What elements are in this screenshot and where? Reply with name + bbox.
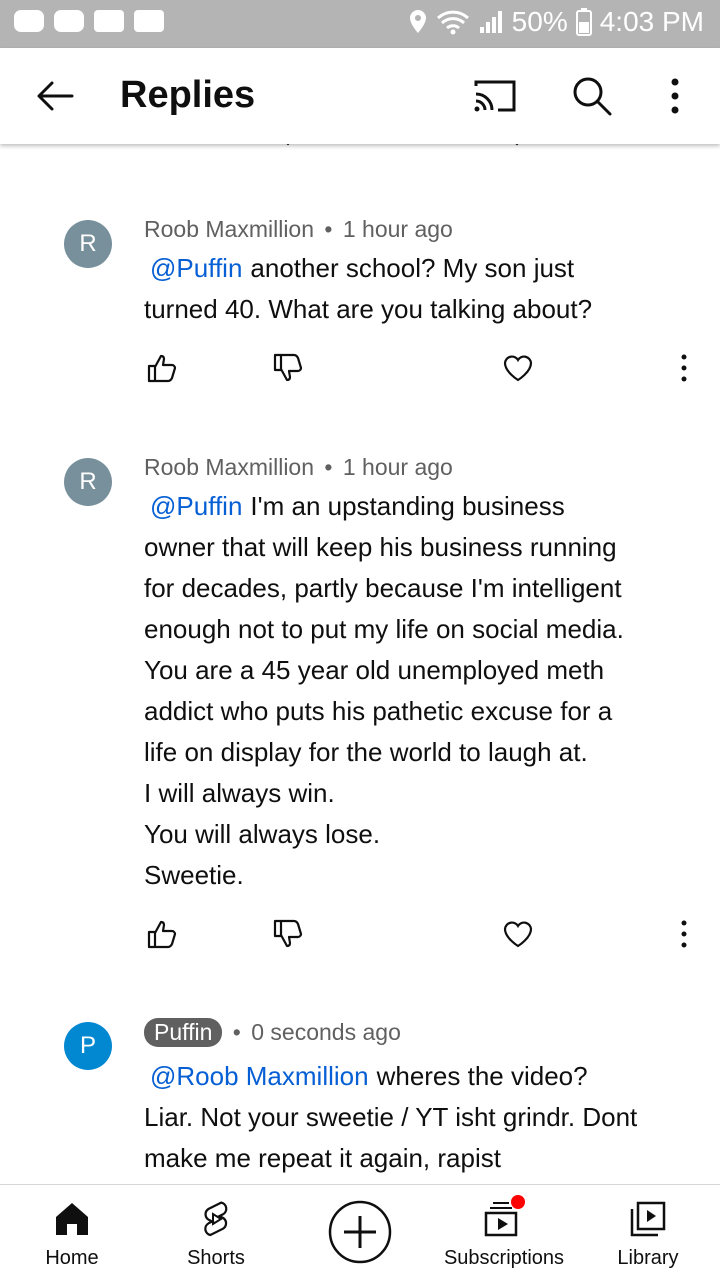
battery-percent: 50% [511,6,568,37]
comment-meta: Roob Maxmillion • 1 hour ago [144,216,453,243]
comment-text: @Puffin I'm an upstanding business owner … [144,486,684,896]
comment-actions [0,918,720,958]
search-button[interactable] [570,74,614,118]
comment-line: I will always win. [144,778,335,808]
search-icon [573,77,612,116]
comment-menu-icon[interactable] [668,918,700,950]
avatar[interactable]: P [64,1022,112,1070]
location-icon [409,10,426,33]
comment-time: 1 hour ago [342,454,453,480]
comment-line: You are a 45 year old unemployed meth [144,655,605,685]
comment-line: wheres the video? [376,1061,588,1091]
youtube-notification-icon [54,10,84,32]
nav-label: Subscriptions [443,1247,565,1269]
status-bar: 50% 4:03 PM [0,0,720,48]
comment-line: owner that will keep his business runnin… [144,532,617,562]
comment-line: for decades, partly because I'm intellig… [144,573,622,603]
dislike-icon[interactable] [272,352,304,384]
nav-label: Shorts [187,1247,245,1269]
meta-separator: • [232,1019,241,1045]
mention-link[interactable]: @Puffin [150,491,242,521]
like-icon[interactable] [146,918,178,950]
comment-time: 1 hour ago [342,216,453,242]
comment-meta: Puffin • 0 seconds ago [144,1018,401,1047]
creator-chip[interactable]: Puffin [144,1018,223,1047]
comment-time: 0 seconds ago [251,1019,401,1045]
comment-line: life on display for the world to laugh a… [144,737,588,767]
more-vert-icon [671,78,679,114]
avatar[interactable]: R [64,220,112,268]
dislike-icon[interactable] [272,918,304,950]
comment-line: Liar. Not your sweetie / YT isht grindr.… [144,1102,638,1132]
comment-author[interactable]: Roob Maxmillion [144,454,314,480]
notification-icons [14,10,164,32]
folder-notification-icon [94,10,124,32]
subscriptions-icon [484,1195,525,1237]
more-options-button[interactable] [660,74,690,118]
wifi-icon [436,10,469,35]
nav-create[interactable] [320,1185,400,1281]
comment-line: turned 40. What are you talking about? [144,294,593,324]
comment-meta: Roob Maxmillion • 1 hour ago [144,454,453,481]
comment-line: You will always lose. [144,819,381,849]
image-notification-icon [134,10,164,32]
clock: 4:03 PM [599,6,704,37]
nav-shorts[interactable]: Shorts [166,1185,266,1281]
bottom-navigation: Home Shorts Subscriptions Library [0,1184,720,1280]
comment-text: @Puffin another school? My son just turne… [144,248,684,330]
nav-label: Home [45,1247,99,1269]
heart-icon[interactable] [502,918,534,950]
nav-home[interactable]: Home [22,1185,122,1281]
heart-icon[interactable] [502,352,534,384]
previous-actions-peek [286,144,519,146]
shorts-icon [204,1201,228,1237]
like-icon[interactable] [146,352,178,384]
comment-actions [0,352,720,392]
back-button[interactable] [34,74,78,118]
meta-separator: • [324,454,333,480]
mention-link[interactable]: @Puffin [150,253,242,283]
avatar[interactable]: R [64,458,112,506]
comment-line: another school? My son just [250,253,575,283]
back-arrow-icon [37,81,74,111]
comment-line: make me repeat it again, rapist [144,1143,501,1173]
library-icon [630,1201,666,1237]
comment-author[interactable]: Roob Maxmillion [144,216,314,242]
page-title: Replies [120,74,256,116]
battery-icon [575,8,592,36]
nav-subscriptions[interactable]: Subscriptions [434,1185,574,1281]
comment-line: Sweetie. [144,860,244,890]
comment-line: enough not to put my life on social medi… [144,614,624,644]
comment-menu-icon[interactable] [668,352,700,384]
nav-label: Library [617,1247,679,1269]
mention-link[interactable]: @Roob Maxmillion [150,1061,369,1091]
comment-line: I'm an upstanding business [250,491,565,521]
meta-separator: • [324,216,333,242]
youtube-notification-icon [14,10,44,32]
app-bar: Replies [0,48,720,144]
replies-list[interactable]: R Roob Maxmillion • 1 hour ago @Puffin an… [0,144,720,1184]
home-icon [56,1203,88,1235]
comment-line: addict who puts his pathetic excuse for … [144,696,613,726]
cast-icon [474,80,516,112]
create-icon [328,1200,392,1264]
nav-library[interactable]: Library [600,1185,696,1281]
signal-icon [479,11,502,33]
comment-text: @Roob Maxmillion wheres the video? Liar. … [144,1056,684,1179]
cast-button[interactable] [472,76,518,116]
